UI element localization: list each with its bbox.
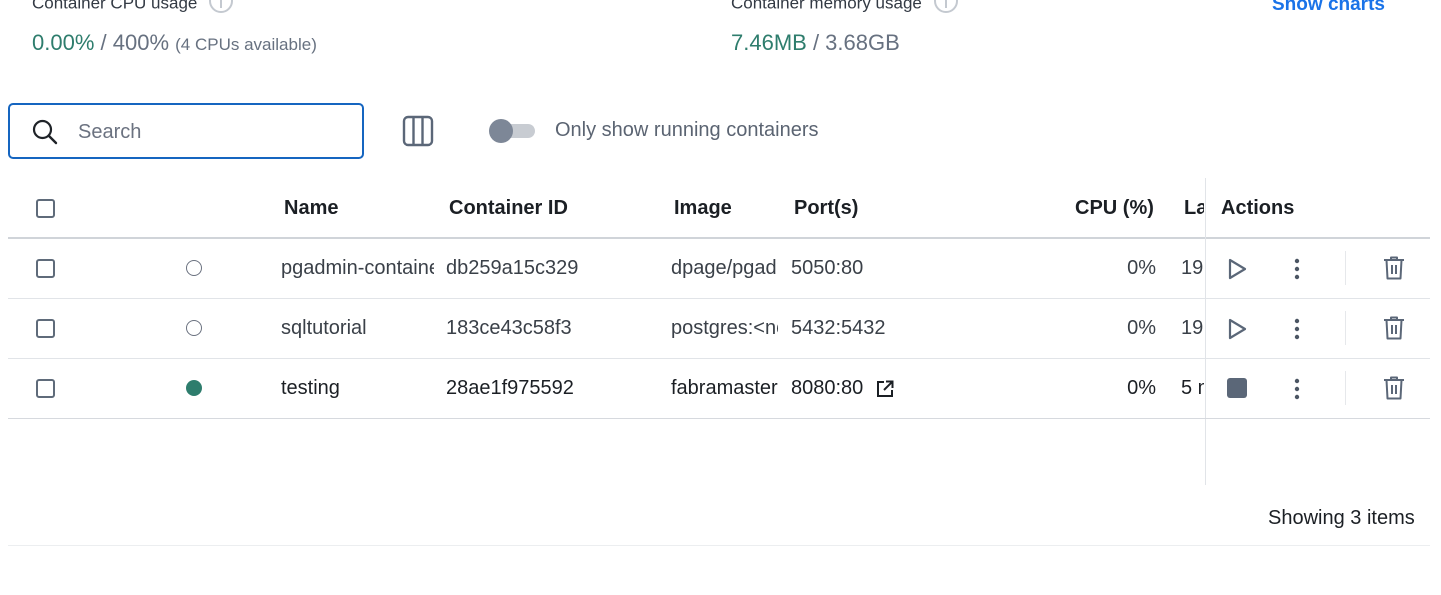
column-header-image[interactable]: Image bbox=[674, 197, 732, 220]
actions-separator bbox=[1345, 371, 1346, 405]
items-count: Showing 3 items bbox=[1268, 507, 1415, 529]
cpu-usage-value: 0.00% / 400% (4 CPUs available) bbox=[32, 30, 317, 56]
show-charts-link[interactable]: Show charts bbox=[1272, 0, 1385, 16]
column-header-actions: Actions bbox=[1221, 197, 1295, 219]
column-header-last-started[interactable]: La bbox=[1184, 197, 1204, 220]
actions-separator bbox=[1345, 251, 1346, 285]
cpu-available: (4 CPUs available) bbox=[175, 35, 317, 54]
cpu-total: 400% bbox=[112, 30, 170, 55]
container-image-link[interactable]: postgres:<none> bbox=[671, 317, 778, 340]
container-ports-link[interactable]: 8080:80 bbox=[791, 377, 863, 400]
delete-icon[interactable] bbox=[1382, 375, 1406, 401]
container-image-link[interactable]: fabramaster bbox=[671, 377, 778, 400]
column-header-ports[interactable]: Port(s) bbox=[794, 197, 858, 220]
container-ports: 5050:80 bbox=[791, 257, 864, 279]
toggle-thumb bbox=[489, 119, 513, 143]
container-cpu: 0% bbox=[1127, 377, 1156, 399]
container-name-link[interactable]: testing bbox=[281, 377, 434, 400]
container-id: 28ae1f975592 bbox=[446, 377, 574, 399]
container-image-link[interactable]: dpage/pgadmin4 bbox=[671, 257, 778, 280]
columns-icon[interactable] bbox=[402, 115, 434, 147]
row-checkbox[interactable] bbox=[36, 319, 55, 338]
memory-usage-title: Container memory usage bbox=[731, 0, 958, 16]
cpu-usage-title: Container CPU usage bbox=[32, 0, 234, 16]
status-running-icon bbox=[186, 380, 202, 396]
status-stopped-icon bbox=[186, 260, 202, 276]
delete-icon[interactable] bbox=[1382, 255, 1406, 281]
stop-icon[interactable] bbox=[1227, 378, 1247, 398]
memory-usage-label: Container memory usage bbox=[731, 0, 922, 13]
search-box[interactable] bbox=[8, 103, 364, 159]
column-header-name[interactable]: Name bbox=[284, 197, 338, 220]
column-header-container-id[interactable]: Container ID bbox=[449, 197, 568, 220]
more-options-icon[interactable] bbox=[1287, 377, 1307, 401]
container-cpu: 0% bbox=[1127, 257, 1156, 279]
container-last-started: 19 bbox=[1181, 317, 1204, 339]
running-only-label: Only show running containers bbox=[555, 119, 819, 141]
actions-separator bbox=[1345, 311, 1346, 345]
table-row[interactable]: pgadmin-container db259a15c329 dpage/pga… bbox=[0, 239, 1441, 298]
running-only-toggle[interactable] bbox=[489, 119, 535, 143]
table-row[interactable]: testing 28ae1f975592 fabramaster 8080:80… bbox=[0, 359, 1441, 418]
container-name-link[interactable]: sqltutorial bbox=[281, 317, 434, 340]
more-options-icon[interactable] bbox=[1287, 257, 1307, 281]
container-ports: 5432:5432 bbox=[791, 317, 886, 339]
container-id: db259a15c329 bbox=[446, 257, 579, 279]
more-options-icon[interactable] bbox=[1287, 317, 1307, 341]
start-icon[interactable] bbox=[1226, 257, 1248, 281]
memory-usage-value: 7.46MB / 3.68GB bbox=[731, 30, 900, 56]
cpu-used: 0.00% bbox=[32, 30, 95, 55]
container-last-started: 5 m bbox=[1181, 377, 1204, 399]
table-row[interactable]: sqltutorial 183ce43c58f3 postgres:<none>… bbox=[0, 299, 1441, 358]
container-id: 183ce43c58f3 bbox=[446, 317, 572, 339]
cpu-usage-label: Container CPU usage bbox=[32, 0, 198, 13]
delete-icon[interactable] bbox=[1382, 315, 1406, 341]
row-checkbox[interactable] bbox=[36, 379, 55, 398]
table-bottom-border bbox=[8, 418, 1430, 419]
memory-info-icon[interactable] bbox=[933, 0, 958, 13]
select-all-checkbox[interactable] bbox=[36, 199, 55, 218]
footer-divider bbox=[8, 545, 1430, 546]
row-checkbox[interactable] bbox=[36, 259, 55, 278]
start-icon[interactable] bbox=[1226, 317, 1248, 341]
external-link-icon[interactable] bbox=[875, 379, 895, 399]
cpu-separator: / bbox=[94, 30, 113, 55]
container-last-started: 19 bbox=[1181, 257, 1204, 279]
container-name-link[interactable]: pgadmin-container bbox=[281, 257, 434, 280]
status-stopped-icon bbox=[186, 320, 202, 336]
cpu-info-icon[interactable] bbox=[209, 0, 234, 13]
search-icon bbox=[32, 119, 58, 145]
column-header-cpu[interactable]: CPU (%) bbox=[1075, 197, 1154, 220]
container-cpu: 0% bbox=[1127, 317, 1156, 339]
memory-used: 7.46MB bbox=[731, 30, 807, 55]
memory-separator: / bbox=[806, 30, 826, 55]
search-input[interactable] bbox=[76, 117, 350, 147]
memory-total: 3.68GB bbox=[825, 30, 900, 55]
